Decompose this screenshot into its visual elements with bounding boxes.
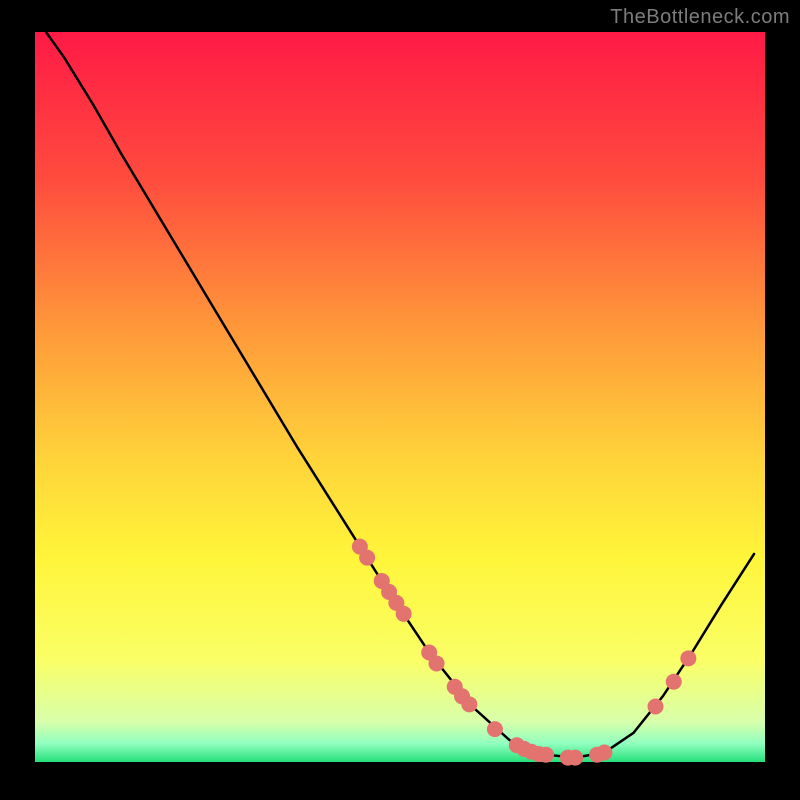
- marker-dot: [680, 650, 696, 666]
- plot-background: [35, 32, 765, 762]
- marker-dot: [648, 699, 664, 715]
- plot-svg: [0, 0, 800, 800]
- marker-dot: [429, 655, 445, 671]
- marker-dot: [538, 747, 554, 763]
- attribution-label: TheBottleneck.com: [610, 6, 790, 29]
- chart-container: TheBottleneck.com: [0, 0, 800, 800]
- marker-dot: [567, 750, 583, 766]
- marker-dot: [461, 696, 477, 712]
- marker-dot: [359, 550, 375, 566]
- marker-dot: [487, 721, 503, 737]
- marker-dot: [666, 674, 682, 690]
- marker-dot: [396, 606, 412, 622]
- marker-dot: [596, 745, 612, 761]
